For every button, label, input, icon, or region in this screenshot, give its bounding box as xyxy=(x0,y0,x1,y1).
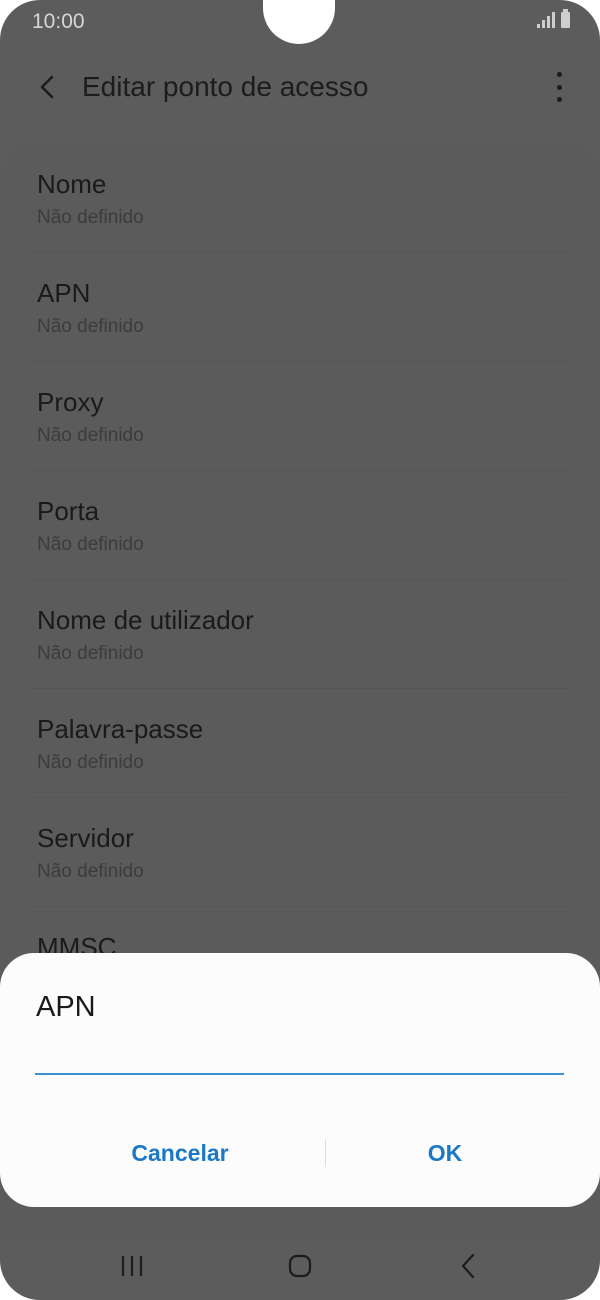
list-item-value: Não definido xyxy=(37,534,144,555)
list-item-value: Não definido xyxy=(37,207,144,228)
list-item-porta[interactable]: Porta Não definido xyxy=(32,471,568,580)
recents-icon[interactable] xyxy=(120,1254,144,1278)
home-icon[interactable] xyxy=(288,1254,312,1278)
phone-screen: 10:00 Editar ponto de acesso Nome Não de… xyxy=(0,0,600,1300)
list-item-value: Não definido xyxy=(37,861,144,882)
dialog-title: APN xyxy=(36,991,96,1023)
ok-button[interactable]: OK xyxy=(320,1131,570,1175)
list-item-nome[interactable]: Nome Não definido xyxy=(32,144,568,253)
back-icon[interactable] xyxy=(458,1252,478,1280)
list-item-value: Não definido xyxy=(37,425,144,446)
apn-input[interactable] xyxy=(35,1037,564,1075)
list-item-value: Não definido xyxy=(37,316,144,337)
list-item-title: Servidor xyxy=(37,823,134,853)
more-options-icon[interactable] xyxy=(554,72,564,102)
back-arrow-icon[interactable] xyxy=(34,70,64,104)
page-title: Editar ponto de acesso xyxy=(82,71,369,102)
list-item-proxy[interactable]: Proxy Não definido xyxy=(32,362,568,471)
list-item-nome-de-utilizador[interactable]: Nome de utilizador Não definido xyxy=(32,580,568,689)
list-item-title: Nome de utilizador xyxy=(37,605,254,635)
list-item-apn[interactable]: APN Não definido xyxy=(32,253,568,362)
list-item-title: APN xyxy=(37,278,91,308)
apn-input-dialog: APN Cancelar OK xyxy=(0,953,600,1207)
list-item-title: Porta xyxy=(37,496,100,526)
list-item-value: Não definido xyxy=(37,752,144,773)
list-item-servidor[interactable]: Servidor Não definido xyxy=(32,798,568,907)
camera-notch xyxy=(263,0,335,44)
list-item-title: Proxy xyxy=(37,387,104,417)
battery-icon xyxy=(561,9,570,28)
list-item-value: Não definido xyxy=(37,643,144,664)
status-time: 10:00 xyxy=(32,10,85,33)
signal-icon xyxy=(537,12,555,28)
cancel-button[interactable]: Cancelar xyxy=(55,1131,305,1175)
list-item-title: Palavra-passe xyxy=(37,714,204,744)
status-icons xyxy=(537,9,570,28)
list-item-title: Nome xyxy=(37,169,107,199)
list-item-palavra-passe[interactable]: Palavra-passe Não definido xyxy=(32,689,568,798)
